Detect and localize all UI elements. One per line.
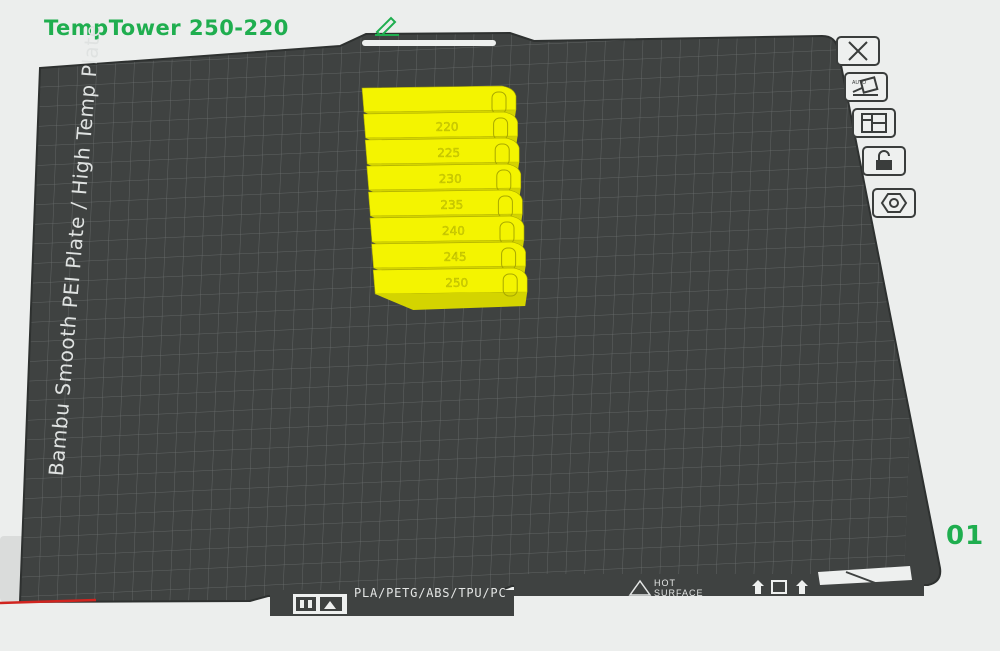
close-icon xyxy=(848,41,868,61)
hot-label: HOT xyxy=(654,578,676,588)
temp-tower-model[interactable]: 220 225 230 235 240 245 250 xyxy=(361,85,528,310)
tower-temp-label: 245 xyxy=(444,250,467,264)
auto-orient-icon: AUTO xyxy=(852,76,879,96)
arrange-button[interactable] xyxy=(852,108,896,138)
tower-temp-label: 235 xyxy=(440,198,463,212)
plate-type-icons xyxy=(293,594,347,614)
svg-text:AUTO: AUTO xyxy=(852,80,866,86)
filament-compatibility: PLA/PETG/ABS/TPU/PC xyxy=(354,586,507,600)
hex-nut-icon xyxy=(880,193,908,213)
tower-temp-label: 220 xyxy=(436,120,459,134)
surface-label: SURFACE xyxy=(654,588,704,598)
delete-plate-button[interactable] xyxy=(836,36,880,66)
auto-orient-button[interactable]: AUTO xyxy=(844,72,888,102)
lock-icon xyxy=(876,150,892,170)
edit-icon[interactable] xyxy=(373,14,401,36)
tower-temp-label: 230 xyxy=(439,172,462,186)
lock-plate-button[interactable] xyxy=(862,146,906,176)
plate-handle xyxy=(362,40,496,46)
arrange-icon xyxy=(861,113,887,133)
plate-number[interactable]: 01 xyxy=(946,521,984,551)
tower-temp-label: 240 xyxy=(442,224,465,238)
tower-temp-label: 225 xyxy=(437,146,460,160)
plate-settings-button[interactable] xyxy=(872,188,916,218)
tower-temp-label: 250 xyxy=(445,276,468,290)
